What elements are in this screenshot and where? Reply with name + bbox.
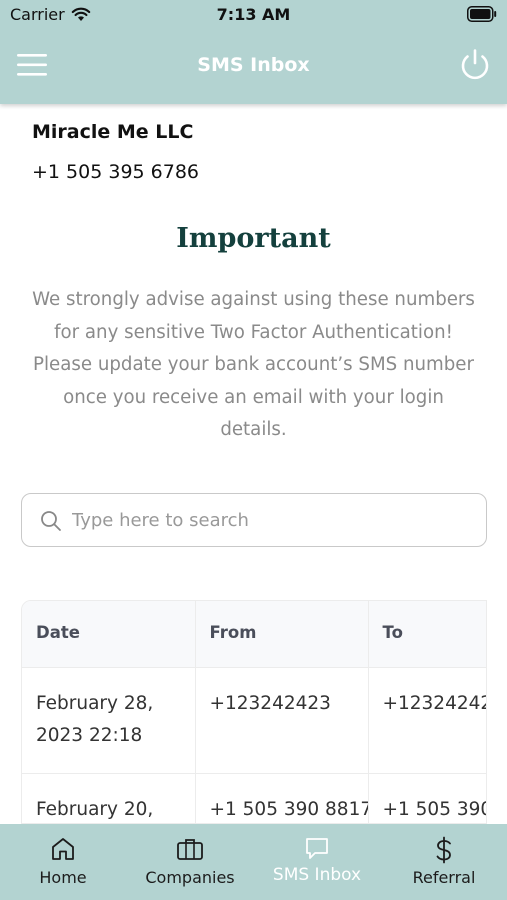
notice-heading: Important xyxy=(176,223,331,254)
tab-label: Home xyxy=(39,868,87,887)
power-icon[interactable] xyxy=(457,47,493,83)
dollar-icon xyxy=(436,836,451,864)
tab-home[interactable]: Home xyxy=(0,824,126,900)
chat-bubble-icon xyxy=(306,838,328,859)
company-name: Miracle Me LLC xyxy=(32,121,194,143)
search-box[interactable] xyxy=(21,493,487,547)
bottom-tab-bar: Home Companies SMS Inbox Referral xyxy=(0,824,507,900)
cell-date: February 20, 2023 xyxy=(22,773,196,823)
top-bar: Carrier 7:13 AM SMS Inbox xyxy=(0,0,507,104)
tab-sms-inbox[interactable]: SMS Inbox xyxy=(254,824,380,900)
company-phone: +1 505 395 6786 xyxy=(32,161,200,183)
search-input[interactable] xyxy=(72,504,472,536)
tab-label: SMS Inbox xyxy=(272,865,362,885)
home-icon xyxy=(52,838,74,860)
messages-table[interactable]: Date From To February 28, 2023 22:18 +12… xyxy=(21,600,487,824)
status-bar: Carrier 7:13 AM xyxy=(0,0,507,30)
tab-label: Companies xyxy=(145,868,235,887)
cell-from: +123242423 xyxy=(195,667,369,774)
cell-from: +1 505 390 8817 xyxy=(195,773,369,823)
tab-label: Referral xyxy=(412,868,476,887)
cell-to: +123242423 xyxy=(368,667,486,774)
column-header-date[interactable]: Date xyxy=(22,601,196,668)
status-time: 7:13 AM xyxy=(216,5,291,24)
tab-companies[interactable]: Companies xyxy=(127,824,253,900)
table-header-row: Date From To xyxy=(22,601,486,668)
battery-icon xyxy=(467,6,497,22)
page-title: SMS Inbox xyxy=(197,54,310,76)
column-header-to[interactable]: To xyxy=(368,601,486,668)
cell-to: +1 505 390 8 xyxy=(368,773,486,823)
table-row[interactable]: February 20, 2023 +1 505 390 8817 +1 505… xyxy=(22,773,486,823)
briefcase-icon xyxy=(177,839,203,860)
table-row[interactable]: February 28, 2023 22:18 +123242423 +1232… xyxy=(22,667,486,774)
cell-date: February 28, 2023 22:18 xyxy=(22,667,196,774)
tab-referral[interactable]: Referral xyxy=(381,824,507,900)
column-header-from[interactable]: From xyxy=(195,601,369,668)
search-icon xyxy=(41,511,61,531)
notice-body: We strongly advise against using these n… xyxy=(32,289,475,440)
